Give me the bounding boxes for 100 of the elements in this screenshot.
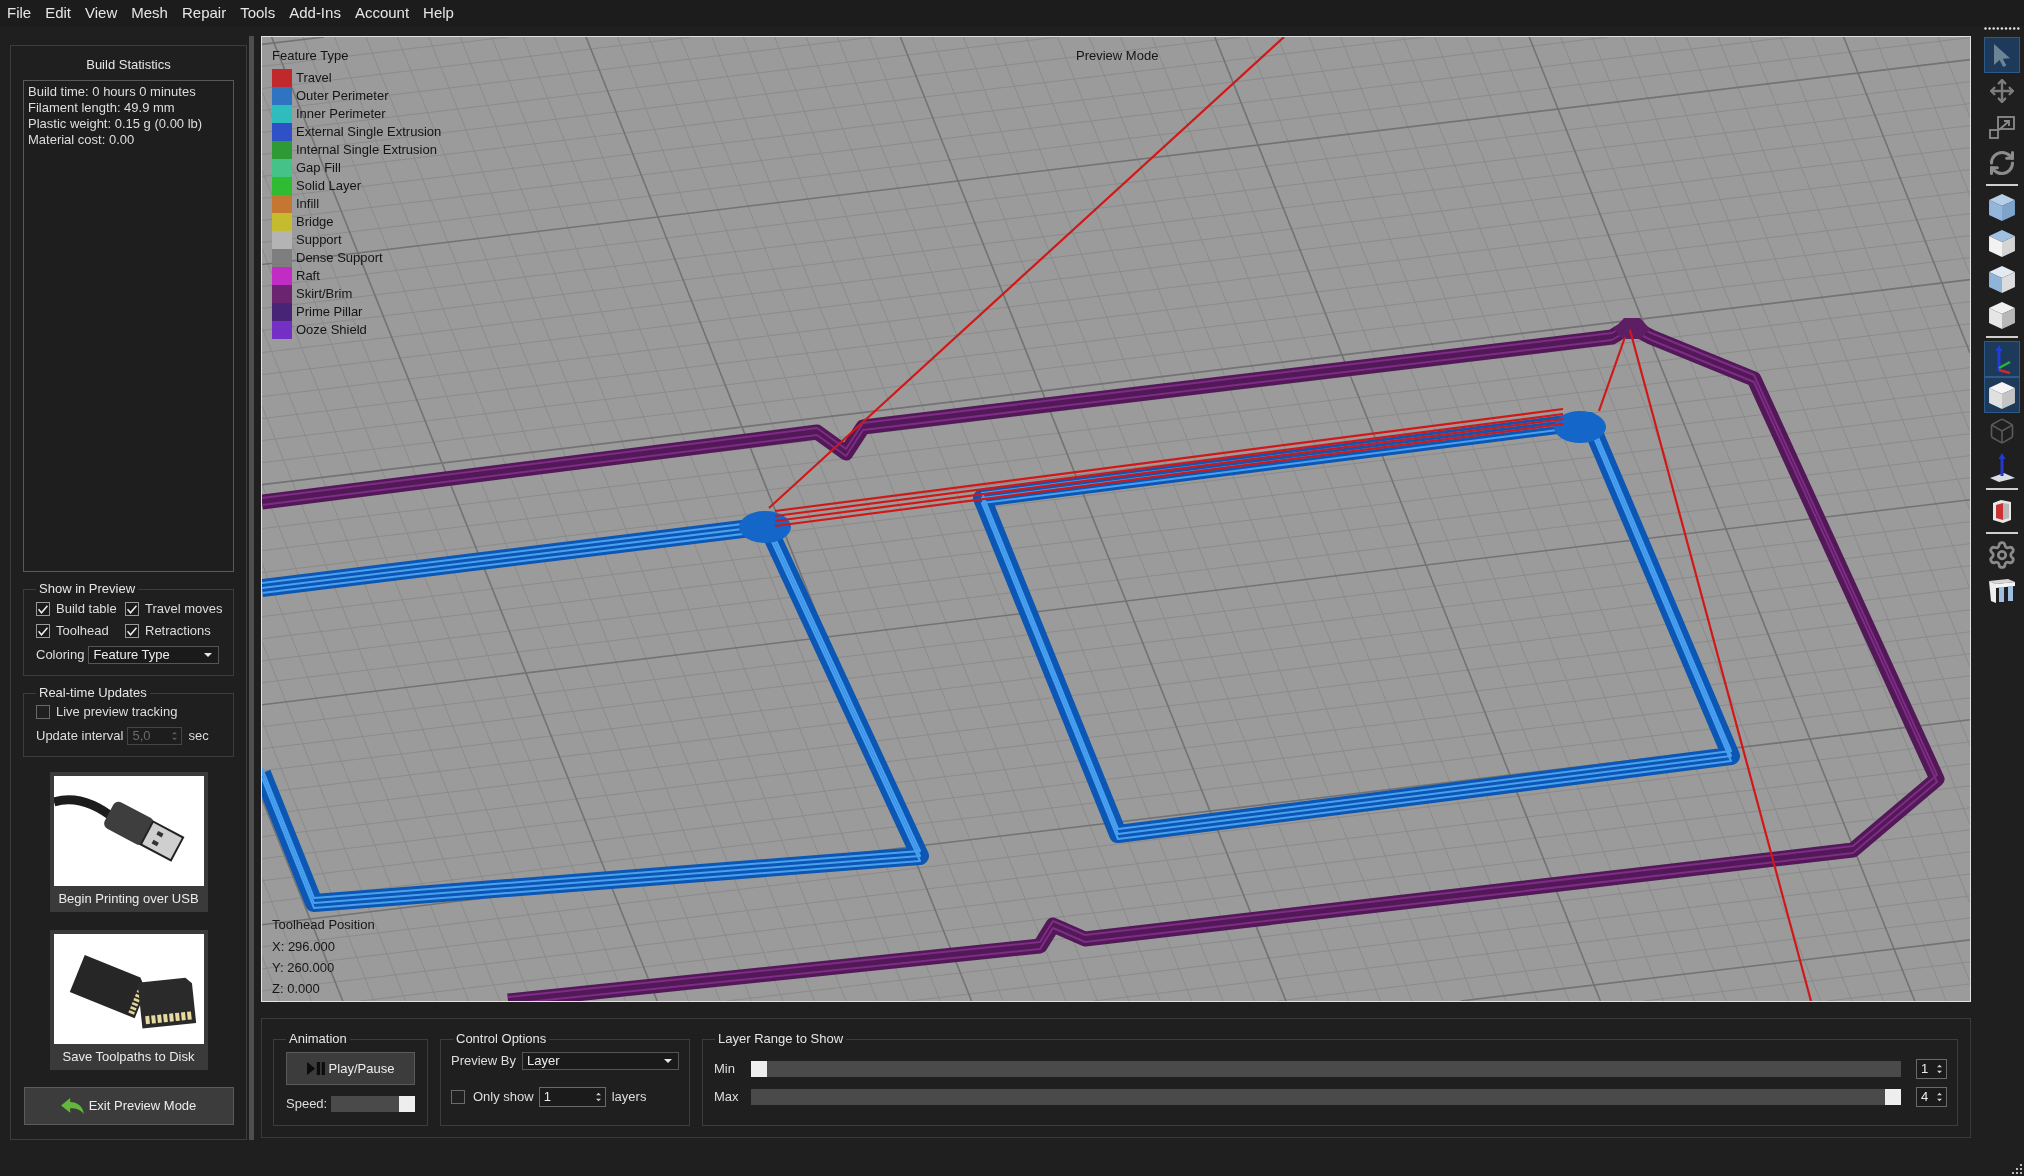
checkmark-icon xyxy=(127,604,137,614)
back-arrow-icon xyxy=(60,1098,84,1114)
unit-label: sec xyxy=(188,728,209,744)
legend-label: Outer Perimeter xyxy=(296,88,389,104)
play-pause-icon xyxy=(306,1062,325,1075)
cube-icon xyxy=(1989,301,2015,329)
statistic-line: Build time: 0 hours 0 minutes xyxy=(28,84,197,100)
settings-icon xyxy=(1987,540,2017,570)
layer-count-spin-field[interactable]: 1 xyxy=(538,1087,606,1107)
legend-label: External Single Extrusion xyxy=(296,124,442,140)
mode-label: Preview Mode xyxy=(1076,48,1159,64)
preview-viewport[interactable] xyxy=(261,36,1971,1002)
menu-item[interactable]: Tools xyxy=(233,1,283,25)
field-label: Coloring xyxy=(36,647,85,663)
group-title: Show in Preview xyxy=(38,581,137,597)
checkbox[interactable] xyxy=(451,1090,465,1104)
legend-label: Solid Layer xyxy=(296,178,362,194)
exit-preview-button[interactable]: Exit Preview Mode xyxy=(23,1087,234,1125)
slider-thumb[interactable] xyxy=(1885,1089,1901,1105)
plane-axis-icon xyxy=(1989,452,2015,482)
statistic-line: Plastic weight: 0.15 g (0.00 lb) xyxy=(28,116,204,132)
slider-thumb[interactable] xyxy=(399,1096,415,1112)
legend-label: Inner Perimeter xyxy=(296,106,386,122)
move-arrows-icon xyxy=(1989,78,2015,104)
group-title: Control Options xyxy=(455,1031,548,1047)
section-box-icon xyxy=(1993,499,2011,523)
menu-item[interactable]: Add-Ins xyxy=(282,1,348,25)
field-label: Max xyxy=(713,1089,740,1105)
menu-item[interactable]: File xyxy=(0,1,39,25)
rotate-arrows-icon xyxy=(1988,149,2016,177)
slider-track[interactable] xyxy=(751,1061,1901,1077)
toolbar-grip-icon[interactable] xyxy=(1984,27,2020,30)
caret-down-icon xyxy=(204,653,213,657)
cube-icon xyxy=(1989,229,2015,257)
checkbox[interactable] xyxy=(125,624,139,638)
legend-label: Infill xyxy=(296,196,320,212)
field-label: Min xyxy=(713,1061,736,1077)
axes-icon xyxy=(1993,344,2011,374)
slider-thumb[interactable] xyxy=(751,1061,767,1077)
checkbox[interactable] xyxy=(125,602,139,616)
usb-print-button[interactable]: Begin Printing over USB xyxy=(49,772,208,912)
coloring-dropdown[interactable]: Feature Type xyxy=(88,646,220,664)
coordinate-readout: Y: 260.000 xyxy=(272,959,336,977)
field-label: Preview By xyxy=(451,1053,517,1069)
spin-arrows-icon[interactable] xyxy=(1937,1064,1942,1074)
checkbox[interactable] xyxy=(36,602,50,616)
layer-spin-field[interactable]: 1 xyxy=(1916,1059,1947,1079)
cube-icon xyxy=(1989,193,2015,221)
caret-down-icon xyxy=(664,1059,672,1063)
solid-view-button[interactable] xyxy=(1984,377,2020,413)
checkbox-label: Build table xyxy=(56,601,117,617)
legend-label: Travel xyxy=(296,70,332,86)
group-title: Layer Range to Show xyxy=(717,1031,845,1047)
spin-arrows-icon[interactable] xyxy=(1937,1092,1942,1102)
menu-item[interactable]: Edit xyxy=(38,1,79,25)
legend-label: Support xyxy=(296,232,342,248)
field-label: Update interval xyxy=(36,728,124,744)
checkbox-label: Travel moves xyxy=(145,601,223,617)
slider-track[interactable] xyxy=(751,1089,1901,1105)
checkbox-label: Only show xyxy=(473,1089,534,1105)
legend-label: Gap Fill xyxy=(296,160,341,176)
statistic-line: Material cost: 0.00 xyxy=(28,132,136,148)
legend-label: Ooze Shield xyxy=(296,322,367,338)
checkmark-icon xyxy=(38,626,48,636)
slider-track[interactable] xyxy=(331,1096,415,1112)
select-tool-button[interactable] xyxy=(1984,37,2020,73)
cube-icon xyxy=(1989,265,2015,293)
checkbox[interactable] xyxy=(36,624,50,638)
group-title: Animation xyxy=(288,1031,348,1047)
checkmark-icon xyxy=(38,604,48,614)
legend-label: Bridge xyxy=(296,214,334,230)
panel-title: Build Statistics xyxy=(85,57,172,73)
spin-arrows-icon[interactable] xyxy=(595,1092,601,1102)
cursor-arrow-icon xyxy=(1994,43,2010,67)
menu-item[interactable]: View xyxy=(78,1,125,25)
legend-label: Internal Single Extrusion xyxy=(296,142,437,158)
unit-label: layers xyxy=(611,1089,647,1105)
menu-item[interactable]: Help xyxy=(416,1,461,25)
menu-item[interactable]: Account xyxy=(347,1,417,25)
wireframe-cube-icon xyxy=(1988,417,2016,445)
cube-icon xyxy=(1989,381,2015,409)
menu-item[interactable]: Repair xyxy=(174,1,234,25)
layer-spin-field[interactable]: 4 xyxy=(1916,1087,1947,1107)
coordinate-readout: Z: 0.000 xyxy=(272,980,321,998)
checkbox-label: Live preview tracking xyxy=(56,704,178,720)
checkbox[interactable] xyxy=(36,705,50,719)
legend-label: Raft xyxy=(296,268,320,284)
menu-item[interactable]: Mesh xyxy=(124,1,175,25)
support-pillars-icon xyxy=(1989,579,2015,603)
statistic-line: Filament length: 49.9 mm xyxy=(28,100,176,116)
resize-grip-icon[interactable] xyxy=(2012,1164,2022,1174)
legend-label: Dense Support xyxy=(296,250,383,266)
legend-label: Prime Pillar xyxy=(296,304,363,320)
legend-label: Skirt/Brim xyxy=(296,286,353,302)
axes-toggle-button[interactable] xyxy=(1984,341,2020,377)
play-pause-button[interactable]: Play/Pause xyxy=(286,1052,415,1085)
save-to-disk-button[interactable]: Save Toolpaths to Disk xyxy=(49,930,208,1070)
scale-icon xyxy=(1989,115,2015,139)
coordinate-readout: X: 296.000 xyxy=(272,938,336,956)
preview-by-dropdown[interactable]: Layer xyxy=(522,1052,679,1070)
